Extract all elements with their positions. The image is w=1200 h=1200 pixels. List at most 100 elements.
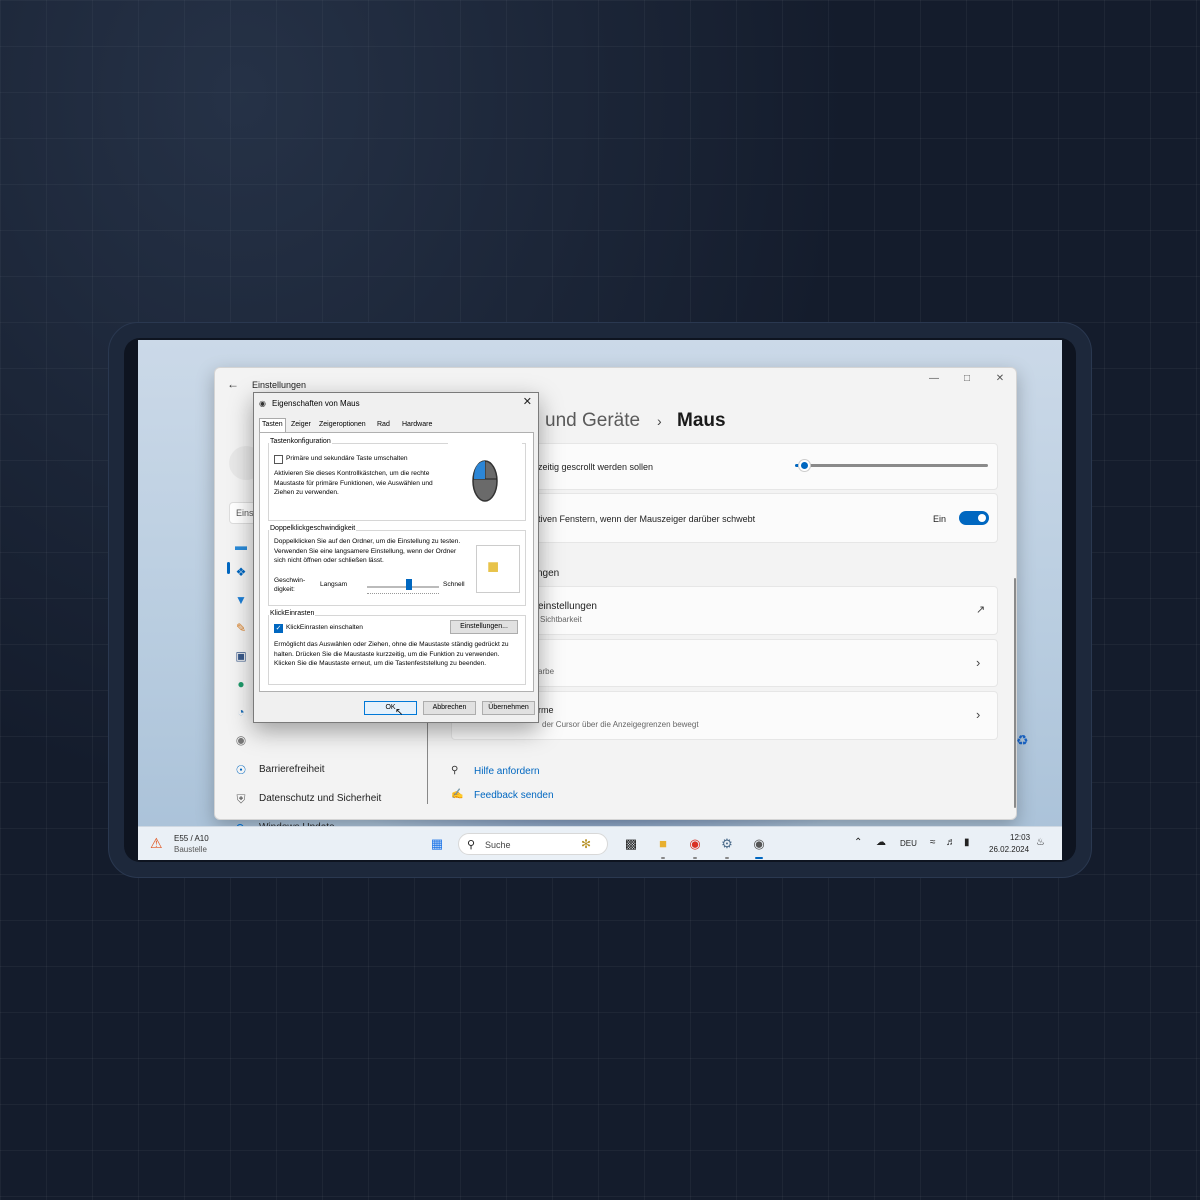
- sidebar-item-privacy[interactable]: ⛨ Datenschutz und Sicherheit: [229, 787, 419, 811]
- tab-tasten[interactable]: Tasten: [259, 418, 286, 432]
- page-title: Maus: [677, 410, 726, 431]
- desktop-screen: ♻ ← Einstellungen — □ ✕ Eins ▬ ❖ ▼ ✎ ▣ ●…: [138, 340, 1062, 860]
- desktop-recycle-icon[interactable]: ♻: [1016, 732, 1029, 749]
- close-icon[interactable]: ✕: [990, 373, 1010, 384]
- pane-divider: [427, 720, 428, 804]
- double-click-speed-slider[interactable]: [367, 586, 439, 588]
- chevron-right-icon: ›: [976, 707, 981, 722]
- tab-hardware[interactable]: Hardware: [400, 419, 434, 430]
- scroll-lines-slider-thumb[interactable]: [799, 460, 810, 471]
- dialog-title: Eigenschaften von Maus: [272, 399, 360, 408]
- tab-zeigeroptionen[interactable]: Zeigeroptionen: [317, 419, 368, 430]
- time-language-icon[interactable]: ◔: [233, 704, 249, 720]
- ok-button[interactable]: OK: [364, 701, 417, 715]
- additional-settings-title: einstellungen: [538, 601, 597, 612]
- swap-buttons-checkbox[interactable]: [274, 455, 283, 464]
- battery-icon[interactable]: ▮: [964, 837, 970, 848]
- display-icon[interactable]: ▬: [233, 538, 249, 554]
- multimonitor-title: rme: [538, 705, 554, 715]
- chrome-icon[interactable]: ◉: [686, 835, 704, 853]
- group-title: Tastenkonfiguration: [269, 438, 332, 445]
- bluetooth-icon[interactable]: ❖: [233, 564, 249, 580]
- sidebar-item-label: Barrierefreiheit: [259, 764, 325, 775]
- speed-label: digkeit:: [274, 586, 295, 593]
- traffic-alert-icon[interactable]: ⚠: [150, 835, 163, 852]
- feedback-icon: ✍: [451, 789, 464, 800]
- running-indicator: [725, 857, 729, 859]
- mouse-properties-taskbar-icon[interactable]: ◉: [750, 835, 768, 853]
- volume-icon[interactable]: ♬: [946, 837, 956, 848]
- close-icon[interactable]: ✕: [523, 395, 532, 408]
- toggle-state-label: Ein: [933, 514, 947, 524]
- back-arrow-icon[interactable]: ←: [227, 377, 239, 391]
- help-link[interactable]: Hilfe anfordern: [474, 766, 540, 777]
- shield-icon: ⛨: [236, 792, 246, 806]
- breadcrumb-parent[interactable]: und Geräte: [545, 410, 640, 432]
- maximize-icon[interactable]: □: [957, 373, 977, 384]
- chevron-right-icon: ›: [657, 413, 662, 429]
- file-explorer-icon[interactable]: ■: [654, 835, 672, 853]
- slider-ticks: [367, 593, 439, 595]
- device-bezel: ♻ ← Einstellungen — □ ✕ Eins ▬ ❖ ▼ ✎ ▣ ●…: [124, 338, 1076, 862]
- search-highlight-icon: ✻: [581, 837, 592, 851]
- running-indicator: [661, 857, 665, 859]
- accounts-icon[interactable]: ●: [233, 676, 249, 692]
- external-link-icon: ↗: [976, 604, 986, 616]
- apps-icon[interactable]: ▣: [233, 648, 249, 664]
- tab-rad[interactable]: Rad: [375, 419, 392, 430]
- additional-settings-sub: Sichtbarkeit: [540, 615, 582, 624]
- clicklock-checkbox[interactable]: ✓: [274, 624, 283, 633]
- wifi-icon[interactable]: ≈: [930, 837, 936, 848]
- task-view-icon[interactable]: ▩: [622, 835, 640, 853]
- brush-icon[interactable]: ✎: [233, 620, 249, 636]
- active-indicator: [755, 857, 763, 859]
- scrollbar[interactable]: [1014, 578, 1016, 808]
- section-heading: ngen: [537, 568, 560, 579]
- toggle-knob: [978, 514, 986, 522]
- wifi-icon[interactable]: ▼: [233, 592, 249, 608]
- multimonitor-sub: der Cursor über die Anzeigegrenzen beweg…: [542, 720, 699, 729]
- clicklock-label: KlickEinrasten einschalten: [286, 624, 363, 631]
- search-icon: ⚲: [467, 839, 476, 851]
- scroll-lines-slider[interactable]: [803, 464, 988, 467]
- sidebar-item-label: Datenschutz und Sicherheit: [259, 793, 382, 804]
- tab-zeiger[interactable]: Zeiger: [289, 419, 313, 430]
- search-placeholder: Suche: [485, 840, 511, 850]
- apply-button[interactable]: Übernehmen: [482, 701, 535, 715]
- start-icon[interactable]: ▦: [428, 835, 446, 853]
- clicklock-description: Ermöglicht das Auswählen oder Ziehen, oh…: [274, 641, 509, 667]
- clock-time[interactable]: 12:03: [1010, 833, 1030, 842]
- widget-title[interactable]: E55 / A10: [174, 834, 209, 843]
- chevron-up-icon[interactable]: ⌃: [854, 837, 862, 848]
- sidebar-item-accessibility[interactable]: ☉ Barrierefreiheit: [229, 758, 419, 782]
- inactive-scroll-toggle[interactable]: [959, 511, 989, 525]
- chevron-right-icon: ›: [976, 655, 981, 670]
- mouse-icon: ◉: [259, 399, 266, 408]
- fast-label: Schnell: [443, 581, 465, 588]
- swap-buttons-label: Primäre und sekundäre Taste umschalten: [286, 455, 408, 462]
- clock-date[interactable]: 26.02.2024: [989, 845, 1029, 854]
- notification-bell-icon[interactable]: ♨: [1036, 837, 1045, 848]
- test-folder[interactable]: ■: [476, 545, 520, 593]
- taskbar-search[interactable]: ⚲ Suche ✻: [458, 833, 608, 855]
- settings-title: Einstellungen: [252, 380, 307, 390]
- mouse-cursor-icon: ↖: [395, 707, 404, 718]
- minimize-icon[interactable]: —: [924, 373, 944, 384]
- group-title: Doppelklickgeschwindigkeit: [269, 525, 357, 532]
- slow-label: Langsam: [320, 581, 348, 588]
- scroll-lines-label: zeitig gescrollt werden sollen: [538, 462, 654, 472]
- running-indicator: [693, 857, 697, 859]
- folder-icon: ■: [487, 556, 500, 578]
- cloud-icon[interactable]: ☁: [876, 837, 886, 848]
- accessibility-icon: ☉: [235, 763, 247, 777]
- clicklock-settings-button[interactable]: Einstellungen...: [450, 620, 518, 634]
- gaming-icon[interactable]: ◉: [233, 732, 249, 748]
- cancel-button[interactable]: Abbrechen: [423, 701, 476, 715]
- double-click-description: Doppelklicken Sie auf den Ordner, um die…: [274, 538, 461, 564]
- language-indicator[interactable]: DEU: [900, 839, 917, 848]
- double-click-speed-thumb[interactable]: [406, 579, 412, 590]
- tab-pane-tasten: Tastenkonfiguration Primäre und sekundär…: [259, 432, 534, 692]
- feedback-link[interactable]: Feedback senden: [474, 790, 554, 801]
- pointer-card-sub: arbe: [538, 667, 555, 676]
- settings-gear-icon[interactable]: ⚙: [718, 835, 736, 853]
